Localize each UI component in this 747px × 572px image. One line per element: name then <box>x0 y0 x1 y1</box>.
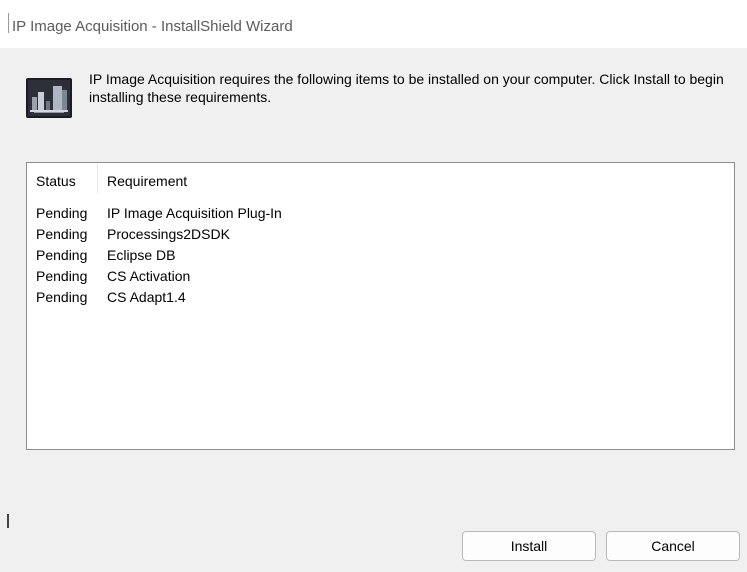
requirements-message: IP Image Acquisition requires the follow… <box>89 71 724 105</box>
table-row[interactable]: Pending Processings2DSDK <box>27 224 734 245</box>
column-header-requirement: Requirement <box>107 173 188 189</box>
left-edge-artifact <box>7 514 9 528</box>
column-divider <box>97 163 98 193</box>
requirement-cell: IP Image Acquisition Plug-In <box>107 205 282 221</box>
requirement-cell: CS Activation <box>107 268 191 284</box>
table-row[interactable]: Pending Eclipse DB <box>27 245 734 266</box>
column-header-status: Status <box>36 173 76 189</box>
installer-app-icon-svg <box>26 78 72 118</box>
requirement-cell: Processings2DSDK <box>107 226 230 242</box>
table-row[interactable]: Pending IP Image Acquisition Plug-In <box>27 203 734 224</box>
installer-app-icon <box>26 78 72 118</box>
cancel-button[interactable]: Cancel <box>606 531 740 561</box>
installshield-wizard-window: IP Image Acquisition - InstallShield Wiz… <box>0 0 747 572</box>
install-button[interactable]: Install <box>462 531 596 561</box>
table-row[interactable]: Pending CS Activation <box>27 266 734 287</box>
window-title: IP Image Acquisition - InstallShield Wiz… <box>12 18 293 35</box>
status-cell: Pending <box>36 205 88 221</box>
status-cell: Pending <box>36 247 88 263</box>
window-edge-line <box>8 13 9 33</box>
requirement-cell: CS Adapt1.4 <box>107 289 186 305</box>
status-cell: Pending <box>36 268 88 284</box>
requirements-list[interactable]: Status Requirement Pending IP Image Acqu… <box>26 162 735 450</box>
table-row[interactable]: Pending CS Adapt1.4 <box>27 287 734 308</box>
status-cell: Pending <box>36 226 88 242</box>
title-bar[interactable]: IP Image Acquisition - InstallShield Wiz… <box>0 0 747 48</box>
status-cell: Pending <box>36 289 88 305</box>
requirements-rows: Pending IP Image Acquisition Plug-In Pen… <box>27 203 734 308</box>
requirement-cell: Eclipse DB <box>107 247 176 263</box>
